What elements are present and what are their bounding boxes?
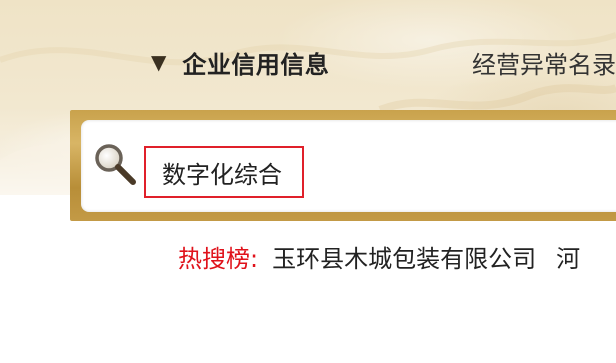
tab-enterprise-credit-label: 企业信用信息 <box>182 50 330 79</box>
hot-search-bar: 热搜榜: 玉环县木城包装有限公司 河 <box>178 239 600 274</box>
hot-search-label: 热搜榜: <box>178 245 259 273</box>
triangle-down-icon: ▼ <box>151 50 167 74</box>
search-input[interactable]: 数字化综合 <box>144 146 304 198</box>
hot-search-item[interactable]: 玉环县木城包装有限公司 <box>272 239 536 274</box>
tab-enterprise-credit[interactable]: ▼ 企业信用信息 <box>151 44 329 80</box>
hot-search-item[interactable]: 河 <box>556 239 580 274</box>
tab-abnormal-operations[interactable]: 经营异常名录 <box>472 45 616 80</box>
search-icon[interactable] <box>92 141 138 187</box>
